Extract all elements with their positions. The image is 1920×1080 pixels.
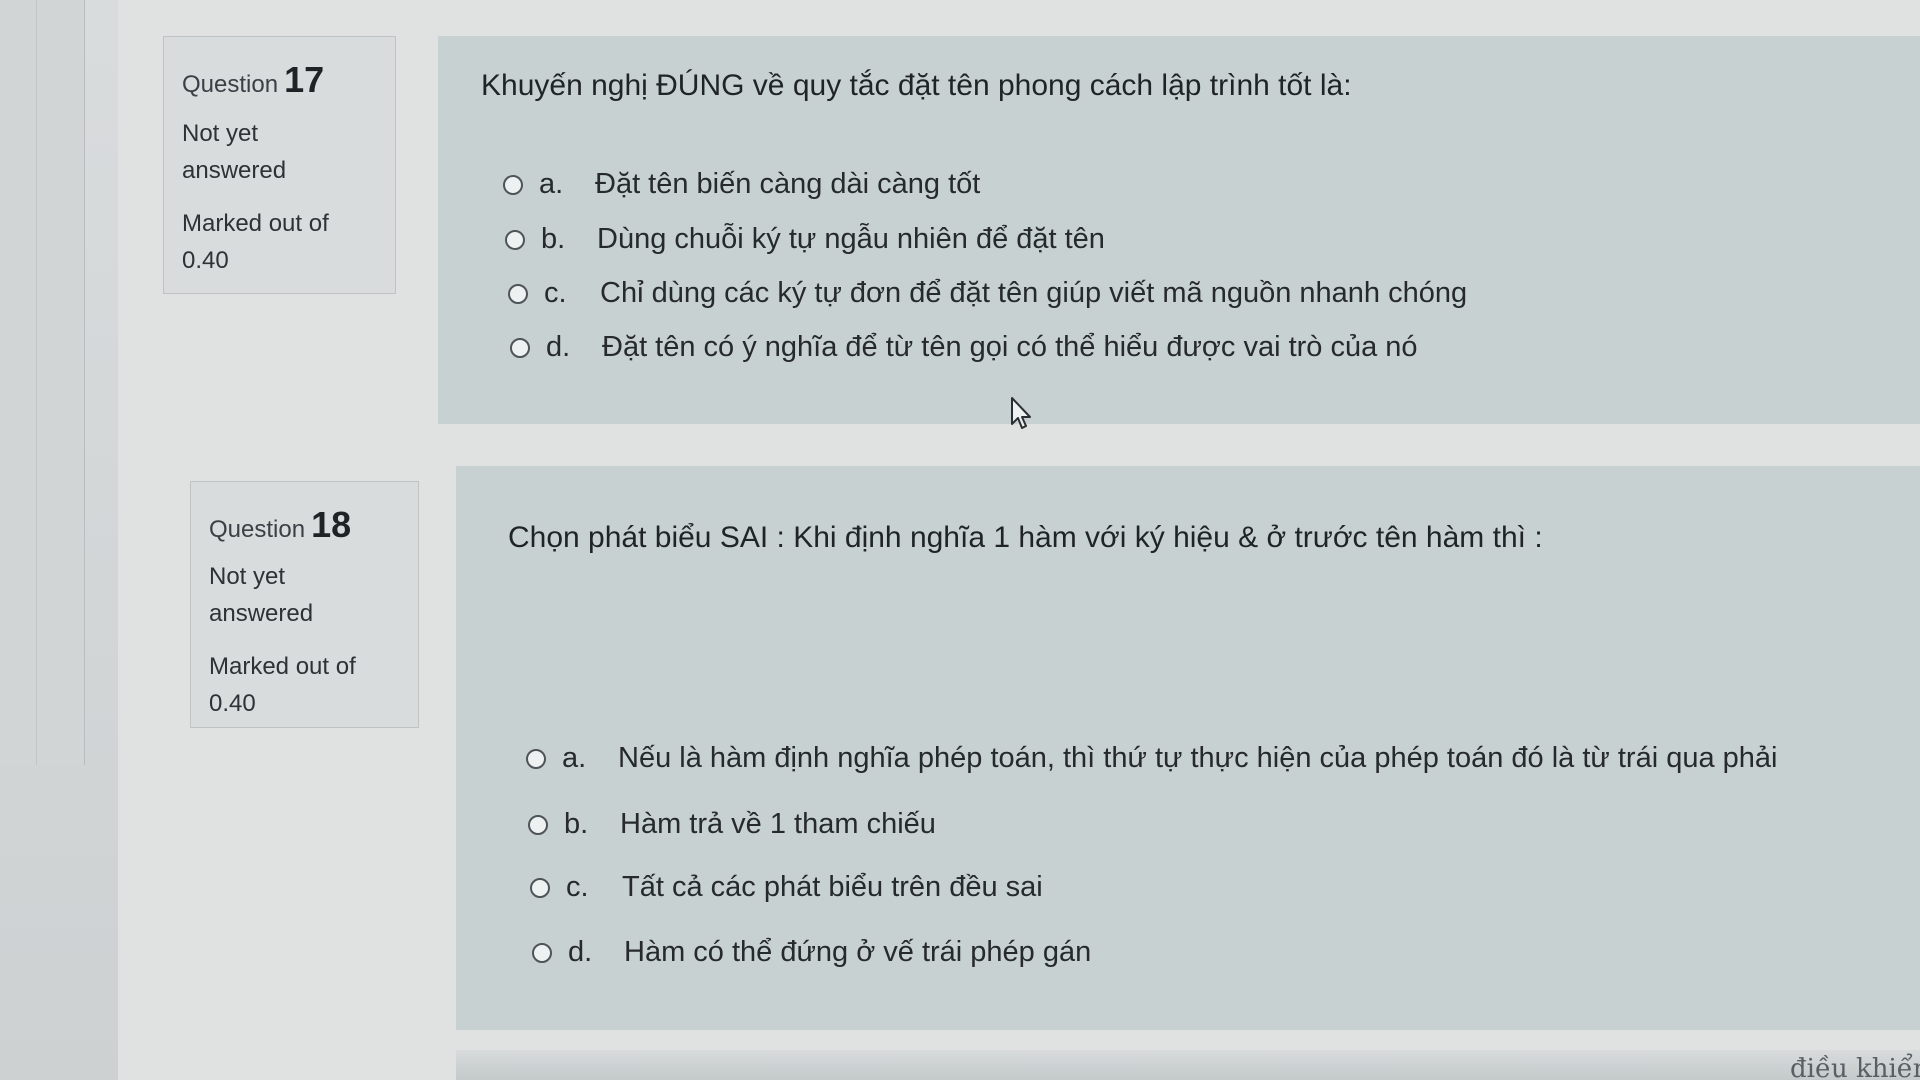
option-text: Hàm có thể đứng ở vế trái phép gán [624, 936, 1092, 968]
rail-divider [36, 0, 37, 765]
option-letter: c. [544, 277, 567, 309]
option-text: Hàm trả về 1 tham chiếu [620, 808, 936, 840]
question-info-18: Question 18 Not yet answered Marked out o… [190, 481, 419, 728]
question-content-18: Chọn phát biểu SAI : Khi định nghĩa 1 hà… [456, 466, 1920, 1030]
footer-partial-text: điều khiển [1790, 1054, 1920, 1080]
question-text: Khuyến nghị ĐÚNG về quy tắc đặt tên phon… [481, 69, 1352, 102]
question-status: Not yet [182, 120, 259, 147]
question-label: Question [209, 516, 306, 543]
radio-button-icon[interactable] [503, 174, 523, 195]
question-info-17: Question 17 Not yet answered Marked out o… [163, 36, 396, 294]
option-letter: d. [546, 331, 571, 363]
radio-button-icon[interactable] [526, 748, 546, 769]
question-marks-value: 0.40 [209, 690, 256, 717]
option-letter: d. [568, 936, 593, 968]
option-text: Đặt tên biến càng dài càng tốt [595, 168, 981, 200]
answer-option-a[interactable]: a. Nếu là hàm định nghĩa phép toán, thì … [526, 742, 1778, 775]
option-text: Chỉ dùng các ký tự đơn để đặt tên giúp v… [600, 277, 1468, 309]
question-text: Chọn phát biểu SAI : Khi định nghĩa 1 hà… [508, 521, 1543, 554]
option-letter: a. [562, 742, 587, 774]
option-text: Đặt tên có ý nghĩa để từ tên gọi có thể … [602, 331, 1418, 363]
question-number: 18 [311, 504, 352, 545]
option-text: Nếu là hàm định nghĩa phép toán, thì thứ… [618, 742, 1778, 774]
page-footer-strip [456, 1050, 1920, 1080]
question-status-cont: answered [209, 600, 314, 627]
answer-option-c[interactable]: c. Tất cả các phát biểu trên đều sai [530, 871, 1043, 904]
radio-button-icon[interactable] [530, 877, 550, 898]
option-text: Tất cả các phát biểu trên đều sai [622, 871, 1043, 903]
option-letter: b. [541, 223, 566, 255]
question-content-17: Khuyến nghị ĐÚNG về quy tắc đặt tên phon… [438, 36, 1920, 424]
mouse-pointer-icon [1011, 397, 1031, 429]
radio-button-icon[interactable] [508, 283, 528, 304]
radio-button-icon[interactable] [510, 337, 530, 358]
answer-option-b[interactable]: b. Hàm trả về 1 tham chiếu [528, 808, 936, 841]
answer-option-c[interactable]: c. Chỉ dùng các ký tự đơn để đặt tên giú… [508, 277, 1467, 310]
question-status: Not yet [209, 563, 286, 590]
answer-option-b[interactable]: b. Dùng chuỗi ký tự ngẫu nhiên để đặt tê… [505, 223, 1105, 256]
question-marks-value: 0.40 [182, 247, 229, 274]
option-letter: c. [566, 871, 589, 903]
question-marks-label: Marked out of [182, 210, 329, 237]
question-status-cont: answered [182, 157, 287, 184]
radio-button-icon[interactable] [505, 229, 525, 250]
option-letter: b. [564, 808, 589, 840]
question-number: 17 [284, 59, 325, 100]
left-navigation-rail [0, 0, 85, 765]
answer-option-d[interactable]: d. Hàm có thể đứng ở vế trái phép gán [532, 936, 1091, 969]
answer-option-d[interactable]: d. Đặt tên có ý nghĩa để từ tên gọi có t… [510, 331, 1418, 364]
radio-button-icon[interactable] [532, 942, 552, 963]
radio-button-icon[interactable] [528, 814, 548, 835]
option-letter: a. [539, 168, 564, 200]
quiz-page: Question 17 Not yet answered Marked out o… [0, 0, 1920, 1080]
answer-option-a[interactable]: a. Đặt tên biến càng dài càng tốt [503, 168, 980, 201]
question-label: Question [182, 71, 279, 98]
option-text: Dùng chuỗi ký tự ngẫu nhiên để đặt tên [597, 223, 1105, 255]
question-marks-label: Marked out of [209, 653, 356, 680]
